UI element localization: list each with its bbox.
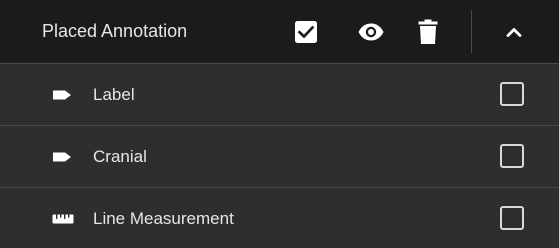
ruler-icon bbox=[52, 188, 74, 248]
label-tag-icon bbox=[52, 64, 72, 125]
checkbox-checked-icon bbox=[295, 21, 317, 43]
panel-title: Placed Annotation bbox=[42, 21, 188, 41]
list-item-label: Label bbox=[93, 85, 135, 104]
header-divider bbox=[471, 10, 472, 53]
eye-icon bbox=[358, 23, 384, 41]
select-all-checkbox[interactable] bbox=[290, 16, 322, 48]
chevron-up-icon bbox=[506, 28, 522, 37]
panel-header: Placed Annotation bbox=[0, 0, 559, 63]
list-item-label: Cranial bbox=[93, 147, 147, 166]
list-item[interactable]: Cranial bbox=[0, 125, 559, 187]
item-checkbox[interactable] bbox=[500, 206, 524, 230]
item-checkbox[interactable] bbox=[500, 144, 524, 168]
list-item[interactable]: Line Measurement bbox=[0, 187, 559, 248]
annotation-panel: Placed Annotation Label Cranial Line Mea… bbox=[0, 0, 559, 248]
list-item[interactable]: Label bbox=[0, 63, 559, 125]
delete-button[interactable] bbox=[412, 16, 444, 48]
toggle-visibility-button[interactable] bbox=[355, 16, 387, 48]
label-tag-icon bbox=[52, 126, 72, 187]
item-checkbox[interactable] bbox=[500, 82, 524, 106]
list-item-label: Line Measurement bbox=[93, 209, 234, 228]
collapse-button[interactable] bbox=[498, 16, 530, 48]
trash-icon bbox=[418, 19, 438, 44]
